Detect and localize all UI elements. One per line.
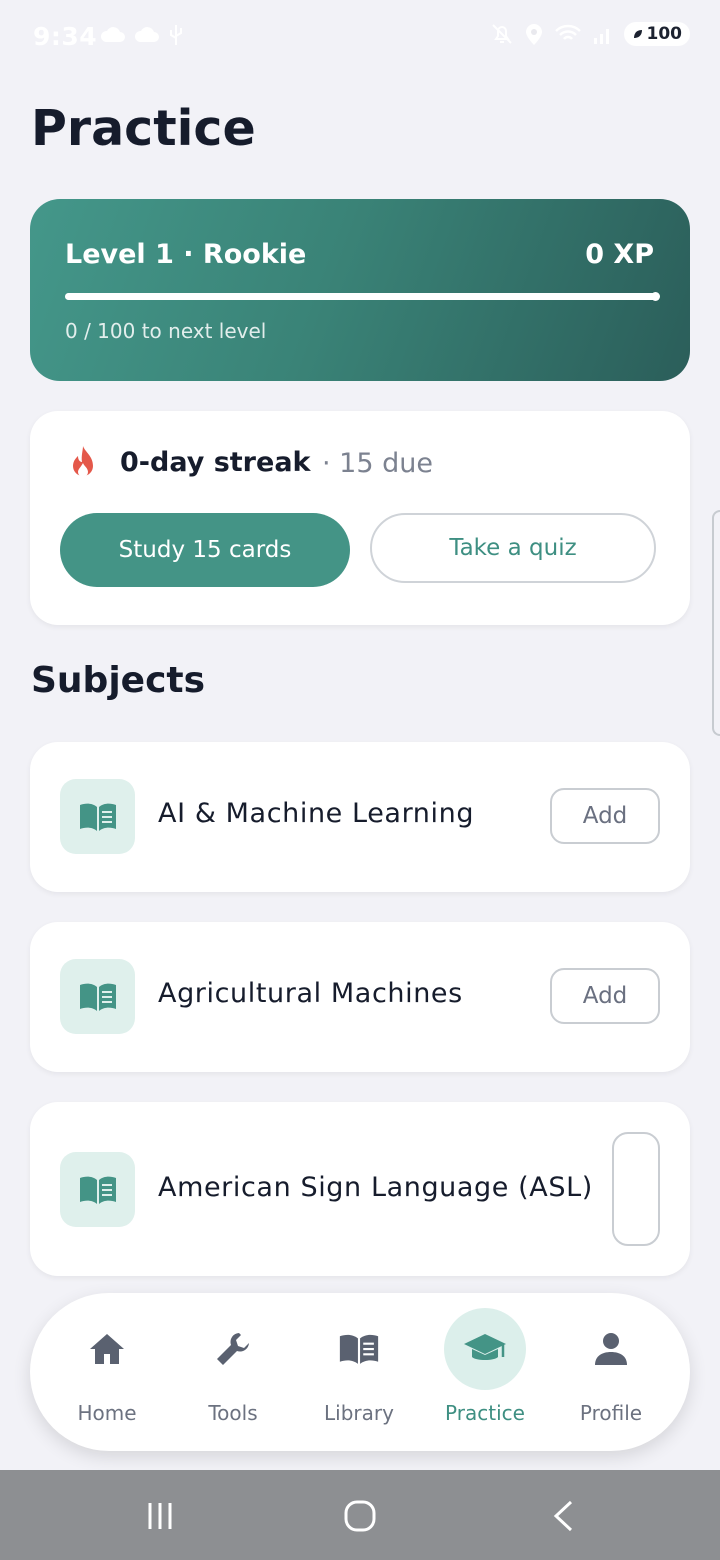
graduation-cap-icon bbox=[464, 1334, 506, 1360]
recent-apps-icon bbox=[148, 1503, 172, 1529]
nav-label: Tools bbox=[208, 1401, 258, 1425]
scroll-edge-handle[interactable] bbox=[712, 510, 720, 736]
book-icon bbox=[79, 803, 116, 831]
level-progress-bar bbox=[65, 292, 660, 301]
level-progress-knob bbox=[651, 292, 660, 301]
nav-item-profile[interactable]: Profile bbox=[548, 1293, 674, 1451]
take-quiz-button[interactable]: Take a quiz bbox=[370, 513, 656, 583]
study-cards-button[interactable]: Study 15 cards bbox=[60, 513, 350, 587]
signal-icon bbox=[593, 29, 609, 44]
battery-saver-icon bbox=[633, 30, 642, 38]
subject-row[interactable]: Agricultural Machines Add bbox=[30, 922, 690, 1072]
subjects-title: Subjects bbox=[31, 660, 206, 701]
system-nav-bar bbox=[0, 1470, 720, 1560]
usb-icon bbox=[170, 25, 182, 45]
nav-icon-wrap bbox=[318, 1308, 400, 1390]
person-icon bbox=[595, 1333, 627, 1365]
nav-label: Profile bbox=[579, 1401, 643, 1425]
cloud-icon bbox=[100, 27, 125, 42]
nav-item-practice[interactable]: Practice bbox=[422, 1293, 548, 1451]
nav-icon-wrap bbox=[444, 1308, 526, 1390]
subject-icon-tile bbox=[60, 779, 135, 854]
battery-indicator: 100 bbox=[623, 22, 690, 46]
add-subject-button[interactable] bbox=[612, 1132, 660, 1246]
home-icon bbox=[90, 1334, 124, 1364]
location-icon bbox=[525, 24, 542, 45]
mute-icon bbox=[491, 24, 512, 44]
home-circle-icon bbox=[344, 1500, 376, 1532]
subject-icon-tile bbox=[60, 959, 135, 1034]
level-progress-fill bbox=[65, 292, 660, 301]
status-time: 9:34 bbox=[33, 22, 98, 51]
cloud-icon bbox=[134, 27, 159, 42]
book-icon bbox=[79, 1176, 116, 1204]
status-system-icons: 100 bbox=[490, 22, 690, 46]
book-icon bbox=[339, 1334, 379, 1364]
subject-row[interactable]: AI & Machine Learning Add bbox=[30, 742, 690, 892]
book-icon bbox=[79, 983, 116, 1011]
subject-name: Agricultural Machines bbox=[158, 978, 463, 1009]
recent-apps-button[interactable] bbox=[140, 1496, 180, 1536]
battery-level: 100 bbox=[646, 24, 683, 44]
nav-label: Library bbox=[324, 1401, 394, 1425]
subject-name: AI & Machine Learning bbox=[158, 798, 475, 829]
home-system-button[interactable] bbox=[340, 1496, 380, 1536]
page-title: Practice bbox=[31, 100, 256, 157]
wifi-icon bbox=[554, 24, 581, 40]
status-notification-icons bbox=[100, 24, 184, 46]
nav-item-library[interactable]: Library bbox=[296, 1293, 422, 1451]
streak-count: 0-day streak bbox=[120, 447, 311, 478]
level-name: Level 1 · Rookie bbox=[65, 239, 307, 270]
nav-icon-wrap bbox=[192, 1308, 274, 1390]
nav-item-tools[interactable]: Tools bbox=[170, 1293, 296, 1451]
subject-name: American Sign Language (ASL) bbox=[158, 1172, 593, 1203]
back-button[interactable] bbox=[543, 1496, 583, 1536]
due-count: · 15 due bbox=[322, 448, 433, 479]
subject-icon-tile bbox=[60, 1152, 135, 1227]
status-bar: 9:34 100 bbox=[0, 0, 720, 76]
bottom-nav: Home Tools Library Practice Profile bbox=[30, 1293, 690, 1451]
back-chevron-icon bbox=[553, 1500, 573, 1532]
flame-icon bbox=[73, 446, 93, 477]
nav-icon-wrap bbox=[570, 1308, 652, 1390]
nav-label: Practice bbox=[445, 1401, 525, 1425]
nav-icon-wrap bbox=[66, 1308, 148, 1390]
level-card: Level 1 · Rookie 0 XP 0 / 100 to next le… bbox=[30, 199, 690, 381]
add-subject-button[interactable]: Add bbox=[550, 968, 660, 1024]
streak-card: 0-day streak · 15 due Study 15 cards Tak… bbox=[30, 411, 690, 625]
add-subject-button[interactable]: Add bbox=[550, 788, 660, 844]
xp-total: 0 XP bbox=[585, 239, 654, 270]
subject-row[interactable]: American Sign Language (ASL) bbox=[30, 1102, 690, 1276]
nav-label: Home bbox=[77, 1401, 137, 1425]
nav-item-home[interactable]: Home bbox=[44, 1293, 170, 1451]
next-level-text: 0 / 100 to next level bbox=[65, 319, 267, 343]
wrench-icon bbox=[217, 1333, 249, 1365]
